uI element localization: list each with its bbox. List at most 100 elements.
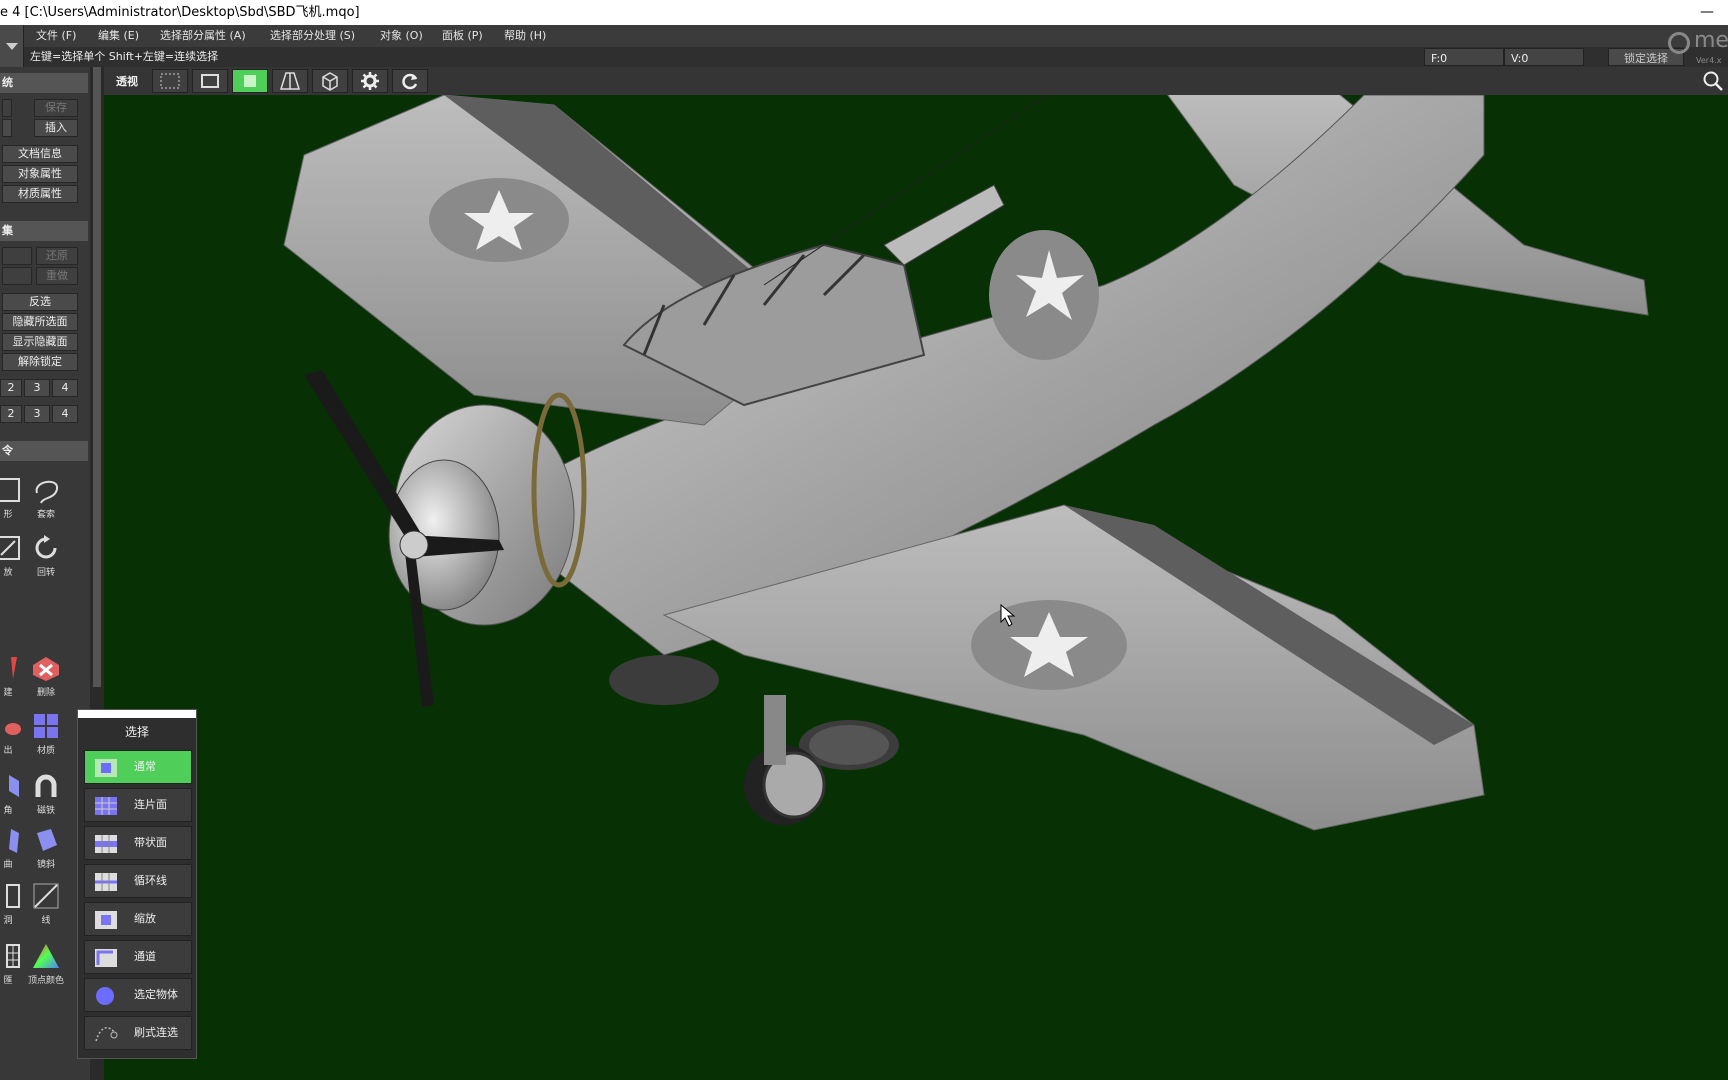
tool-vertex-color[interactable]: 顶点颜色 bbox=[24, 937, 68, 995]
document-info-button[interactable]: 文档信息 bbox=[2, 145, 78, 163]
tool-line[interactable]: 线 bbox=[24, 877, 68, 935]
path-select-icon bbox=[95, 949, 117, 967]
loop-edges-icon bbox=[95, 873, 117, 891]
select-mode-strip[interactable]: 带状面 bbox=[84, 826, 192, 860]
save-button[interactable]: 保存 bbox=[34, 99, 78, 117]
popup-title: 选择 bbox=[124, 725, 149, 739]
logo-version: Ver4.x bbox=[1696, 56, 1722, 65]
status-bar: 左键=选择单个 Shift+左键=连续选择 F:0 V:0 锁定选择 bbox=[24, 47, 1728, 67]
logo-text: met bbox=[1694, 28, 1728, 53]
tool-twist[interactable]: 镜斜 bbox=[24, 821, 68, 879]
bend-icon bbox=[9, 829, 19, 853]
search-icon[interactable] bbox=[1702, 70, 1724, 92]
object-properties-button[interactable]: 对象属性 bbox=[2, 165, 78, 183]
select-mode-popup: 选择 通常 连片面 带状面 循环线 缩放 通道 选定物体 刷式连选 bbox=[77, 709, 197, 1059]
menu-selection-attributes[interactable]: 选择部分属性 (A) bbox=[160, 25, 246, 47]
lasso-icon bbox=[35, 480, 58, 504]
window-title-bar: e 4 [C:\Users\Administrator\Desktop\Sbd\… bbox=[0, 0, 1728, 25]
refresh-button[interactable] bbox=[392, 69, 428, 93]
select-mode-connected[interactable]: 连片面 bbox=[84, 788, 192, 822]
logo-ring-icon bbox=[1668, 32, 1690, 54]
layer-button-3b[interactable]: 3 bbox=[24, 405, 50, 423]
dotted-rect-icon bbox=[160, 73, 180, 89]
select-mode-scale[interactable]: 缩放 bbox=[84, 902, 192, 936]
window-title: e 4 [C:\Users\Administrator\Desktop\Sbd\… bbox=[0, 5, 360, 20]
rotate-icon bbox=[35, 535, 57, 559]
select-edge-button[interactable] bbox=[192, 69, 228, 93]
wire-view-button[interactable] bbox=[272, 69, 308, 93]
refresh-icon bbox=[402, 73, 418, 90]
layer-button-4a[interactable]: 4 bbox=[52, 379, 78, 397]
twist-icon bbox=[37, 829, 57, 851]
3d-viewport[interactable] bbox=[104, 95, 1728, 1080]
undo-button[interactable]: 还原 bbox=[36, 247, 78, 265]
selection-hint: 左键=选择单个 Shift+左键=连续选择 bbox=[30, 50, 219, 63]
section-edit: 集 bbox=[0, 221, 88, 241]
menu-selection-process[interactable]: 选择部分处理 (S) bbox=[270, 25, 355, 47]
tool-delete[interactable]: 删除 bbox=[24, 649, 68, 707]
menu-edit[interactable]: 编集 (E) bbox=[98, 25, 139, 47]
panel-dropdown-icon[interactable] bbox=[0, 25, 24, 69]
rect-icon bbox=[0, 478, 20, 502]
scrollbar-thumb[interactable] bbox=[93, 67, 101, 687]
material-properties-button[interactable]: 材质属性 bbox=[2, 185, 78, 203]
tool-material[interactable]: 材质 bbox=[24, 707, 68, 765]
insert-button[interactable]: 插入 bbox=[34, 119, 78, 137]
brush-select-icon bbox=[95, 1027, 118, 1042]
face-square-icon bbox=[244, 75, 256, 87]
create-icon bbox=[11, 657, 17, 679]
extrude-icon bbox=[5, 723, 21, 735]
layer-button-2b[interactable]: 2 bbox=[0, 405, 22, 423]
object-select-icon bbox=[96, 987, 114, 1005]
layer-button-4b[interactable]: 4 bbox=[52, 405, 78, 423]
select-mode-loop[interactable]: 循环线 bbox=[84, 864, 192, 898]
minimize-button[interactable]: — bbox=[1700, 0, 1714, 25]
menu-object[interactable]: 对象 (O) bbox=[380, 25, 423, 47]
tool-lasso[interactable]: 套索 bbox=[24, 471, 68, 529]
select-mode-normal[interactable]: 通常 bbox=[84, 750, 192, 784]
popup-title-strip[interactable] bbox=[78, 710, 196, 718]
menu-bar: 文件 (F) 编集 (E) 选择部分属性 (A) 选择部分处理 (S) 对象 (… bbox=[0, 25, 1728, 69]
gear-icon bbox=[361, 72, 379, 90]
menu-panel[interactable]: 面板 (P) bbox=[442, 25, 483, 47]
grow-select-icon bbox=[95, 911, 117, 929]
layer-button-2a[interactable]: 2 bbox=[0, 379, 22, 397]
unlock-button[interactable]: 解除锁定 bbox=[2, 353, 78, 371]
scale-icon bbox=[0, 536, 20, 560]
section-command: 令 bbox=[0, 441, 88, 461]
show-hidden-button[interactable]: 显示隐藏面 bbox=[2, 333, 78, 351]
select-vertex-button[interactable] bbox=[152, 69, 188, 93]
perspective-label[interactable]: 透视 bbox=[116, 73, 138, 89]
connected-faces-icon bbox=[95, 797, 117, 815]
perspective-grid-icon bbox=[279, 72, 301, 90]
vertex-count: V:0 bbox=[1504, 48, 1584, 66]
menu-file[interactable]: 文件 (F) bbox=[36, 25, 76, 47]
normal-select-icon bbox=[95, 759, 117, 777]
select-mode-brush[interactable]: 刷式连选 bbox=[84, 1016, 192, 1050]
section-system: 统 bbox=[0, 73, 88, 93]
vertex-color-icon bbox=[33, 944, 59, 968]
grid-icon bbox=[6, 944, 20, 968]
tool-rotate[interactable]: 回转 bbox=[24, 529, 68, 587]
line-icon bbox=[33, 883, 59, 909]
edge-rect-icon bbox=[201, 74, 219, 88]
tool-magnet[interactable]: 磁铁 bbox=[24, 767, 68, 825]
menu-help[interactable]: 帮助 (H) bbox=[504, 25, 546, 47]
invert-selection-button[interactable]: 反选 bbox=[2, 293, 78, 311]
box-view-button[interactable] bbox=[312, 69, 348, 93]
select-face-button[interactable] bbox=[232, 69, 268, 93]
hole-icon bbox=[6, 884, 20, 908]
select-mode-path[interactable]: 通道 bbox=[84, 940, 192, 974]
material-icon bbox=[34, 714, 58, 738]
settings-button[interactable] bbox=[352, 69, 388, 93]
app-logo: met Ver4.x bbox=[1668, 28, 1728, 68]
layer-button-3a[interactable]: 3 bbox=[24, 379, 50, 397]
select-mode-object[interactable]: 选定物体 bbox=[84, 978, 192, 1012]
face-count: F:0 bbox=[1424, 48, 1504, 66]
strip-faces-icon bbox=[95, 835, 117, 853]
redo-button[interactable]: 重做 bbox=[36, 267, 78, 285]
magnet-icon bbox=[35, 774, 57, 797]
hide-selected-button[interactable]: 隐藏所选面 bbox=[2, 313, 78, 331]
delete-icon bbox=[33, 657, 59, 681]
cube-icon bbox=[322, 72, 338, 91]
